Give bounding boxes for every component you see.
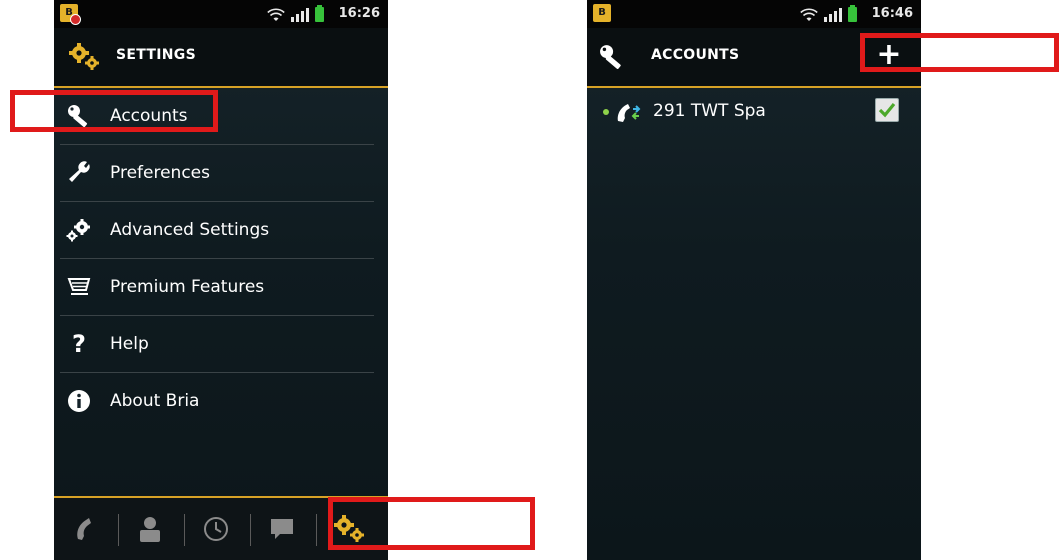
signal-icon <box>824 8 842 22</box>
bria-notification-icon: B <box>593 4 611 22</box>
battery-icon <box>848 5 857 22</box>
account-row[interactable]: 291 TWT Spa <box>587 90 921 136</box>
settings-menu: Accounts Preferences Advanced Settings P… <box>54 88 378 429</box>
checkmark-icon <box>878 102 896 118</box>
menu-label-premium-features: Premium Features <box>110 277 265 297</box>
menu-item-advanced-settings[interactable]: Advanced Settings <box>60 202 374 259</box>
status-time: 16:26 <box>338 6 380 21</box>
tab-history[interactable] <box>188 498 244 560</box>
battery-icon <box>315 5 324 22</box>
menu-item-preferences[interactable]: Preferences <box>60 145 374 202</box>
sip-phone-icon <box>617 104 641 122</box>
account-name: 291 TWT Spa <box>653 101 766 121</box>
menu-label-about-bria: About Bria <box>110 391 200 411</box>
status-time: 16:46 <box>871 6 913 21</box>
wrench-icon <box>69 161 90 182</box>
gears-icon <box>66 219 90 242</box>
wifi-icon <box>800 8 818 21</box>
highlight-box-accounts <box>10 90 218 132</box>
header: SETTINGS <box>54 28 388 88</box>
signal-icon <box>291 8 309 22</box>
highlight-box-add-account <box>860 33 1059 72</box>
clock-icon <box>204 517 228 541</box>
menu-label-preferences: Preferences <box>110 163 210 183</box>
account-enabled-checkbox[interactable] <box>875 98 899 122</box>
tab-contacts[interactable] <box>122 498 178 560</box>
question-icon: ? <box>72 330 86 358</box>
bria-notification-icon: B <box>60 4 81 25</box>
page-title: ACCOUNTS <box>651 47 740 63</box>
settings-screen: B 16:26 SETTINGS Accounts Preferences Ad… <box>54 0 388 560</box>
cart-icon <box>67 278 91 295</box>
phone-icon <box>77 518 91 540</box>
status-bar: B 16:46 <box>587 0 921 28</box>
highlight-box-settings-tab <box>328 497 535 550</box>
menu-item-premium-features[interactable]: Premium Features <box>60 259 374 316</box>
chat-icon <box>271 519 293 539</box>
menu-label-advanced-settings: Advanced Settings <box>110 220 270 240</box>
tab-messages[interactable] <box>254 498 310 560</box>
page-title: SETTINGS <box>116 47 196 63</box>
accounts-screen: B 16:46 ACCOUNTS + 291 TWT Spa <box>587 0 921 560</box>
contact-icon <box>140 517 160 542</box>
menu-item-help[interactable]: ? Help <box>60 316 374 373</box>
info-icon <box>68 390 90 412</box>
menu-label-help: Help <box>110 334 149 354</box>
status-bar: B 16:26 <box>54 0 388 28</box>
tab-phone[interactable] <box>58 498 114 560</box>
key-icon <box>600 45 621 69</box>
status-dot-icon <box>603 109 609 115</box>
wifi-icon <box>267 8 285 21</box>
menu-item-about-bria[interactable]: About Bria <box>60 373 374 429</box>
settings-gears-icon <box>69 43 99 70</box>
